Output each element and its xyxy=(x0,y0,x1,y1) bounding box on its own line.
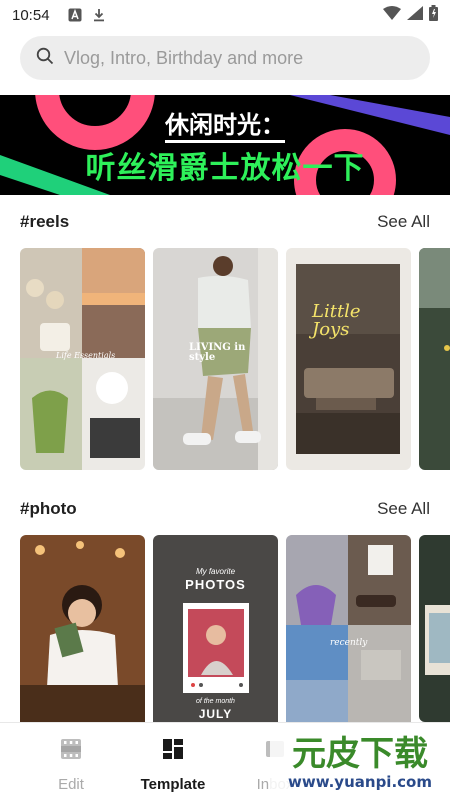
nav-item-edit[interactable]: Edit xyxy=(20,737,122,793)
signal-icon xyxy=(407,5,423,25)
photo-section-header: #photo See All xyxy=(20,497,430,521)
download-icon xyxy=(92,8,106,22)
film-icon xyxy=(59,737,83,766)
room-thumbnail xyxy=(286,248,411,470)
nav-label-template: Template xyxy=(140,776,206,793)
photo-template-card[interactable] xyxy=(20,535,145,722)
search-bar[interactable] xyxy=(20,36,430,80)
thumb-caption: Little Joys xyxy=(312,301,361,340)
status-bar: 10:54 xyxy=(0,0,450,30)
battery-icon xyxy=(429,4,438,26)
svg-text:元皮下载: 元皮下载 xyxy=(292,734,428,774)
banner-subheadline: 听丝滑爵士放松一下 xyxy=(85,151,365,186)
svg-text:www.yuanpi.com: www.yuanpi.com xyxy=(288,773,432,791)
thumb-caption: recently xyxy=(330,638,368,648)
forest-thumbnail xyxy=(419,248,450,470)
reels-section-header: #reels See All xyxy=(20,210,430,234)
section-title-reels: #reels xyxy=(20,212,70,231)
reels-template-card-partial[interactable] xyxy=(419,248,450,470)
search-icon xyxy=(36,47,54,70)
site-watermark: 元皮下载 www.yuanpi.com xyxy=(270,725,450,800)
section-title-photo: #photo xyxy=(20,499,77,518)
promo-banner[interactable]: 休闲时光： 听丝滑爵士放松一下 xyxy=(0,95,450,195)
cafe-girl-thumbnail xyxy=(20,535,145,722)
nav-item-template[interactable]: Template xyxy=(122,737,224,793)
watermark-logo: 元皮下载 www.yuanpi.com xyxy=(270,725,450,800)
photo-carousel[interactable]: My favorite PHOTOS of the month JULY rec… xyxy=(20,535,450,722)
search-input[interactable] xyxy=(64,47,414,69)
see-all-reels-link[interactable]: See All xyxy=(377,212,430,232)
reels-carousel[interactable]: Life Essentials LIVING in style Little J… xyxy=(20,248,450,470)
thumb-caption: Life Essentials xyxy=(56,351,116,360)
polaroid-thumbnail xyxy=(153,535,278,722)
reels-template-card[interactable]: LIVING in style xyxy=(153,248,278,470)
city-collage-thumbnail xyxy=(286,535,411,722)
photo-template-card-partial[interactable] xyxy=(419,535,450,722)
thumb-caption-month: JULY xyxy=(198,707,233,721)
template-grid-icon xyxy=(161,737,185,766)
thumb-caption-bottom: of the month xyxy=(196,698,235,705)
reels-template-card[interactable]: Little Joys xyxy=(286,248,411,470)
banner-headline: 休闲时光： xyxy=(0,105,450,143)
wifi-icon xyxy=(383,5,401,25)
photo-template-card[interactable]: My favorite PHOTOS of the month JULY xyxy=(153,535,278,722)
see-all-photo-link[interactable]: See All xyxy=(377,499,430,519)
notification-a-icon xyxy=(68,8,82,22)
status-time: 10:54 xyxy=(12,6,50,24)
thumb-caption-main: PHOTOS xyxy=(185,577,246,592)
beach-thumbnail xyxy=(419,535,450,722)
thumb-caption-top: My favorite xyxy=(195,567,236,576)
reels-template-card[interactable]: Life Essentials xyxy=(20,248,145,470)
nav-label-edit: Edit xyxy=(58,776,84,793)
thumb-caption: LIVING in style xyxy=(189,342,246,363)
photo-template-card[interactable]: recently xyxy=(286,535,411,722)
